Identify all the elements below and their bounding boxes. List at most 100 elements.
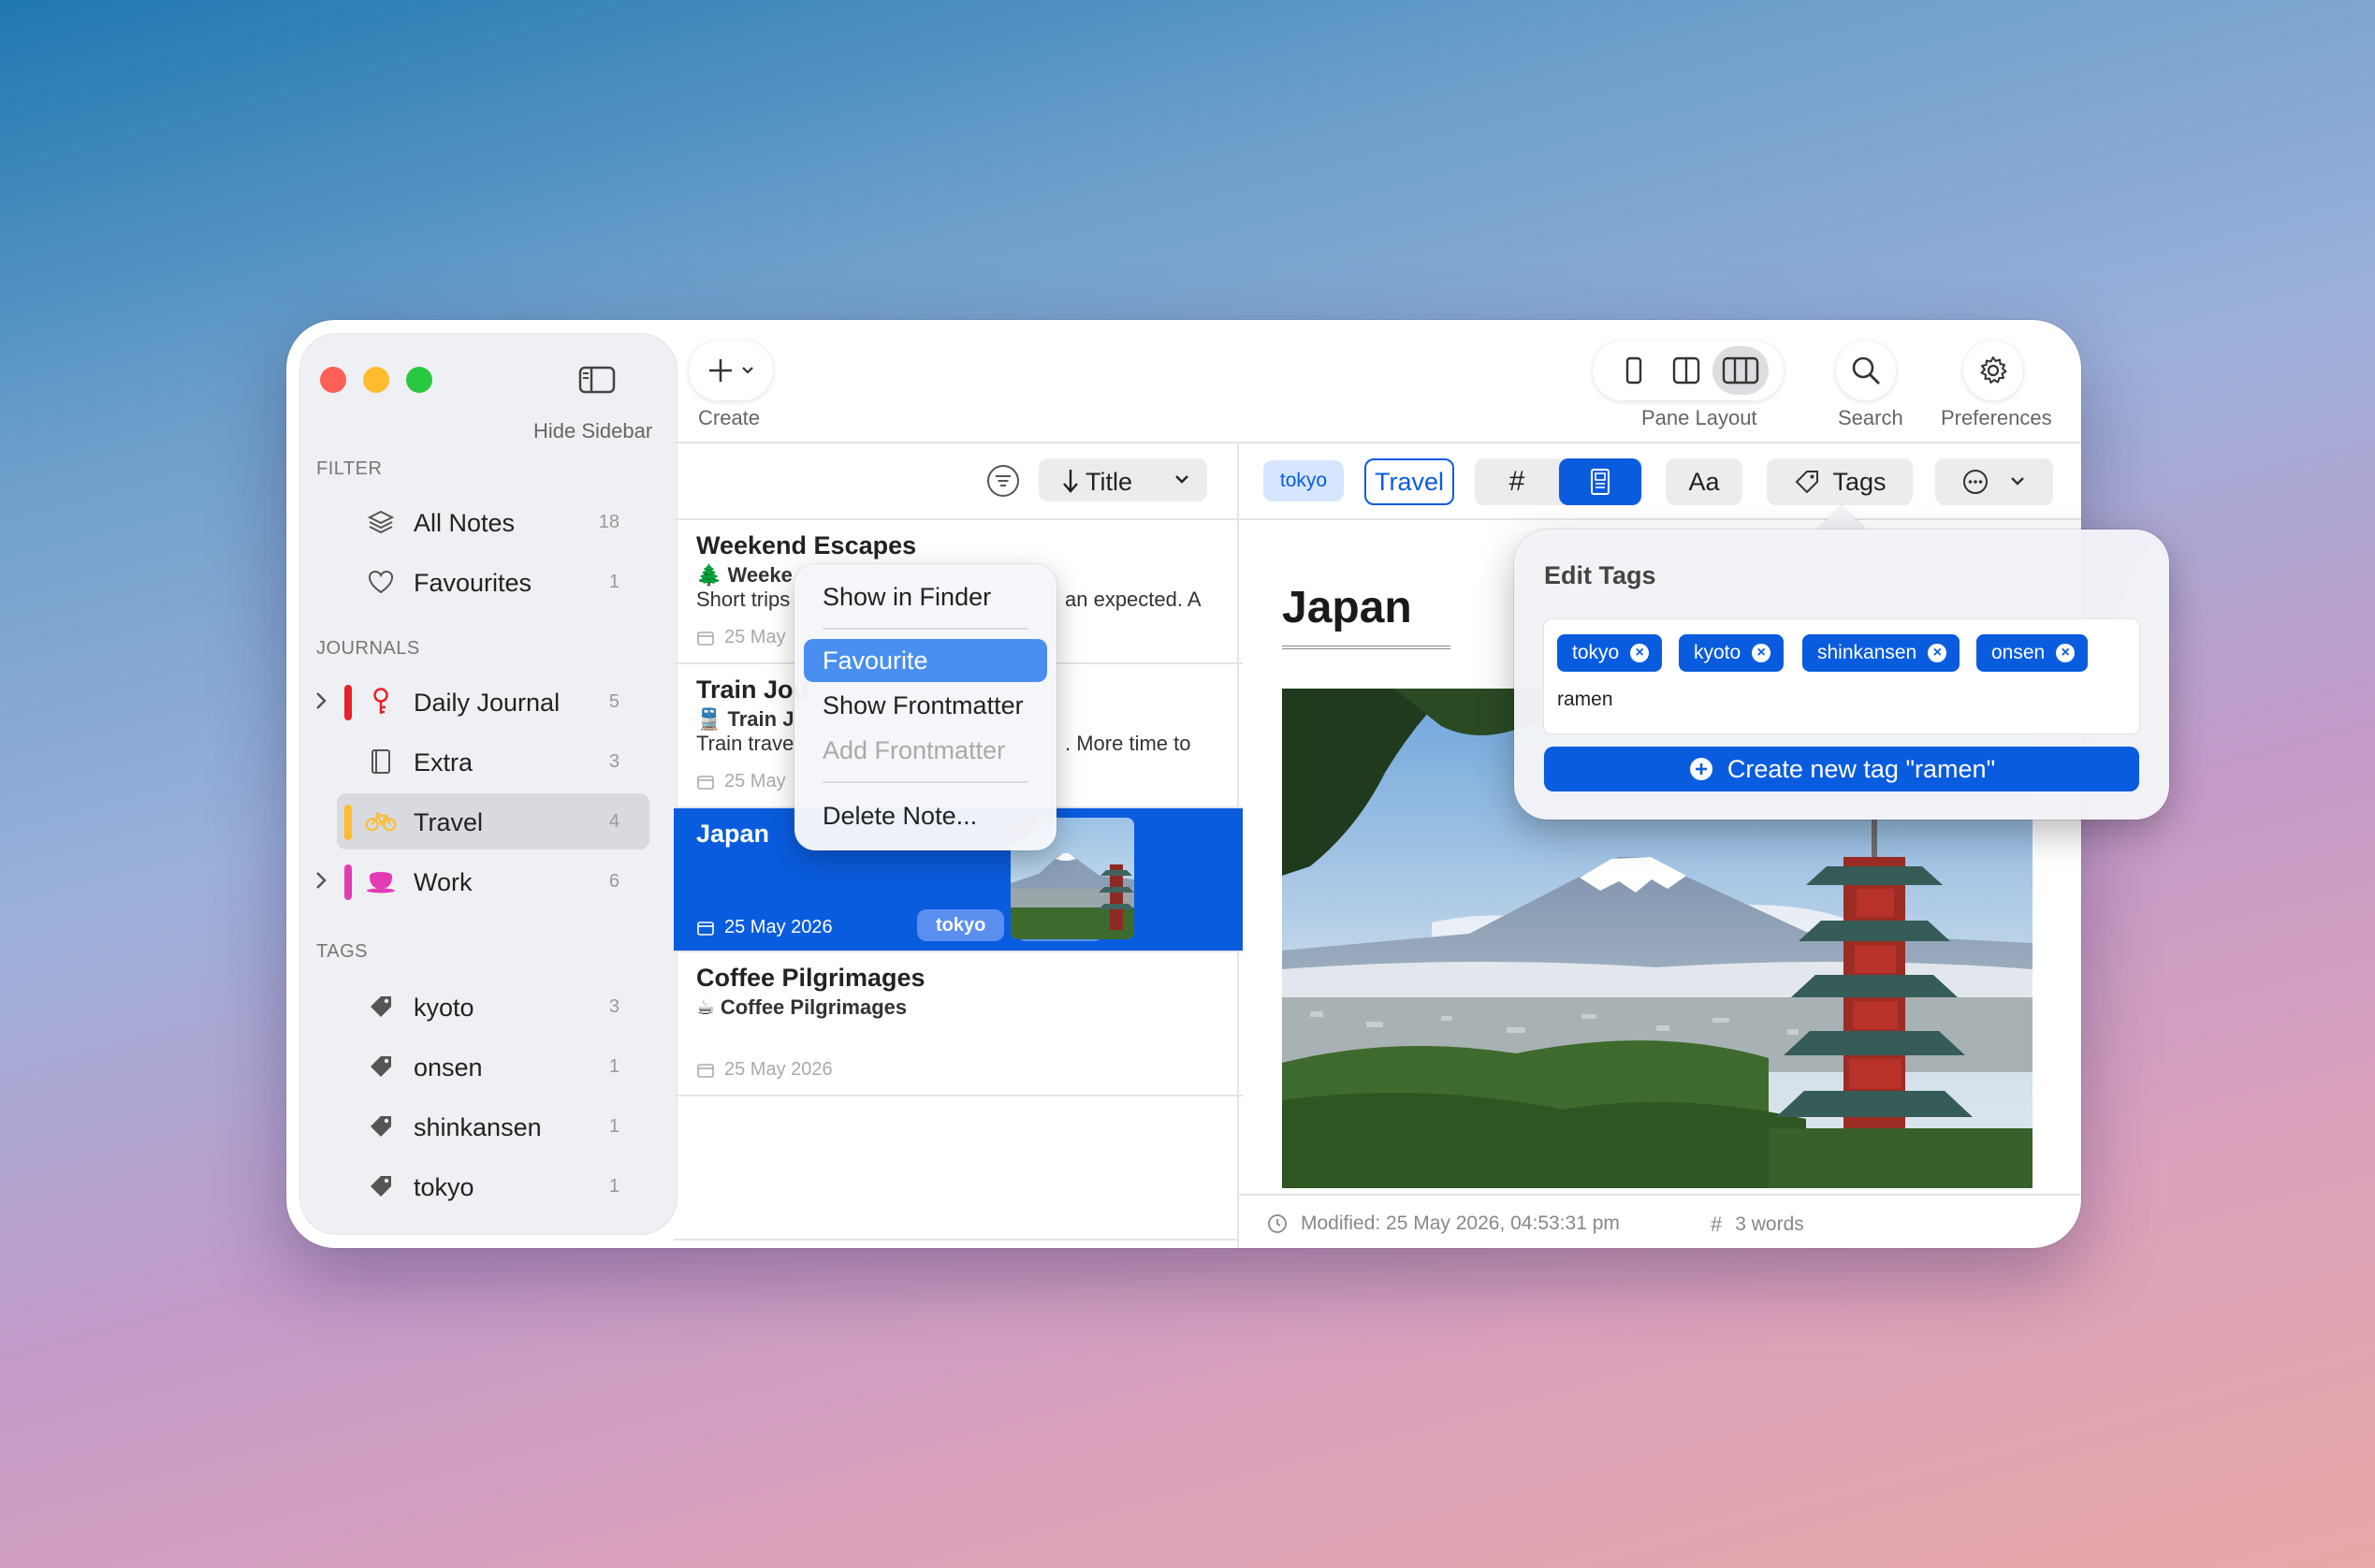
toolbar-divider [674,442,2081,443]
tag-icon [365,992,397,1022]
calendar-icon [697,775,714,790]
note-heading[interactable]: Japan [1282,582,1412,633]
font-button[interactable]: Aa [1666,458,1742,505]
menu-item-add-frontmatter: Add Frontmatter [823,735,1006,764]
bicycle-icon [365,806,397,836]
preferences-label: Preferences [1941,406,2052,429]
note-date-text: 25 May 2026 [724,1059,833,1080]
sidebar-item-daily-journal[interactable]: Daily Journal 5 [316,674,649,730]
sort-label: Title [1086,468,1133,496]
list-footer-divider [674,1239,1237,1241]
sidebar-icon [578,366,616,394]
hide-sidebar-button[interactable] [571,357,623,402]
note-excerpt: Short trips [696,588,791,611]
plus-circle-icon [1689,758,1712,780]
single-pane-button[interactable] [1608,346,1660,395]
note-excerpt: Train trave [696,732,794,755]
sidebar-item-all-notes[interactable]: All Notes 18 [337,494,649,550]
tags-button[interactable]: Tags [1767,458,1913,505]
menu-separator [823,781,1028,783]
remove-tag-icon[interactable]: × [2056,644,2076,662]
sidebar-item-count: 18 [598,512,619,532]
sidebar-item-extra[interactable]: Extra 3 [337,733,649,790]
popover-title: Edit Tags [1544,561,1656,589]
preferences-button[interactable] [1963,341,2023,400]
hash-icon: # [1711,1212,1723,1236]
remove-tag-icon[interactable]: × [1630,644,1650,662]
preview-button[interactable] [1559,458,1641,505]
tag-icon [365,1052,397,1082]
journal-color-bar [344,685,352,720]
sidebar-tag-kyoto[interactable]: kyoto 3 [337,979,649,1035]
remove-tag-icon[interactable]: × [1752,644,1771,662]
three-pane-button[interactable] [1712,346,1769,395]
calendar-icon [697,921,714,936]
tag-icon [1796,471,1819,494]
menu-item-delete-note[interactable]: Delete Note... [804,794,1047,837]
sort-button[interactable]: Title [1039,458,1207,501]
sidebar-item-label: onsen [414,1053,483,1082]
menu-item-favourite[interactable]: Favourite [804,639,1047,682]
sidebar-item-count: 1 [608,1176,619,1197]
menu-separator [823,628,1028,630]
sidebar-item-favourites[interactable]: Favourites 1 [337,554,649,610]
note-title: Japan [696,820,770,848]
edit-tags-popover: Edit Tags tokyo × kyoto × shinkansen × o… [1514,530,2169,820]
two-pane-button[interactable] [1660,346,1712,395]
zoom-window-button[interactable] [406,367,432,393]
hide-sidebar-label: Hide Sidebar [533,419,653,443]
search-label: Search [1838,406,1903,429]
sidebar-tag-tokyo[interactable]: tokyo 1 [337,1158,649,1214]
sidebar-item-count: 6 [608,871,619,892]
calendar-icon [697,1063,714,1078]
markdown-button[interactable]: # [1475,466,1559,498]
new-tag-input[interactable] [1557,683,2119,717]
pane-layout-label: Pane Layout [1641,406,1757,429]
note-item-coffee-pilgrimages[interactable]: Coffee Pilgrimages ☕ Coffee Pilgrimages … [674,952,1243,1096]
chevron-down-icon [1175,475,1188,484]
chevron-right-icon[interactable] [314,690,328,711]
tag-token[interactable]: shinkansen × [1802,634,1960,672]
create-tag-label: Create new tag "ramen" [1727,754,1996,783]
editor-tag-chip[interactable]: tokyo [1263,460,1344,501]
note-date: 25 May [696,771,786,792]
create-button[interactable] [689,341,773,400]
minimize-window-button[interactable] [363,367,389,393]
sidebar-item-count: 3 [608,751,619,772]
filter-button[interactable] [984,462,1022,500]
filter-icon [987,465,1019,497]
sidebar-tag-shinkansen[interactable]: shinkansen 1 [337,1098,649,1154]
tag-icon [365,1171,397,1201]
note-date-text: 25 May [724,771,786,791]
editor-journal-chip[interactable]: Travel [1364,458,1454,505]
sidebar-item-label: tokyo [414,1173,474,1201]
journal-color-bar [344,805,352,840]
sidebar-item-work[interactable]: Work 6 [316,853,649,909]
search-icon [1852,356,1880,385]
search-button[interactable] [1836,341,1896,400]
close-window-button[interactable] [320,367,346,393]
menu-item-show-frontmatter[interactable]: Show Frontmatter [804,684,1047,727]
tag-token-label: tokyo [1572,642,1620,663]
tag-token-field[interactable]: tokyo × kyoto × shinkansen × onsen × [1544,619,2139,733]
editor-header-divider [1239,518,2081,520]
menu-item-show-in-finder[interactable]: Show in Finder [804,575,1047,618]
tag-token[interactable]: kyoto × [1679,634,1785,672]
two-pane-icon [1672,356,1700,385]
sidebar-tag-onsen[interactable]: onsen 1 [337,1038,649,1095]
more-button[interactable] [1935,458,2053,505]
note-title: Train Jou [696,675,809,704]
chevron-right-icon[interactable] [314,870,328,891]
chevron-down-icon [742,367,753,374]
note-excerpt-tail: an expected. A [1065,588,1202,611]
filter-heading: FILTER [316,458,383,479]
tag-token[interactable]: onsen × [1976,634,2089,672]
sidebar-item-label: Daily Journal [414,689,561,717]
sidebar-item-travel[interactable]: Travel 4 [337,793,649,849]
remove-tag-icon[interactable]: × [1928,644,1947,662]
note-tag-chip[interactable]: tokyo [917,909,1005,941]
note-date-text: 25 May 2026 [724,917,833,937]
note-date: 25 May 2026 [696,1059,833,1081]
tag-token[interactable]: tokyo × [1557,634,1663,672]
create-tag-button[interactable]: Create new tag "ramen" [1544,747,2139,791]
